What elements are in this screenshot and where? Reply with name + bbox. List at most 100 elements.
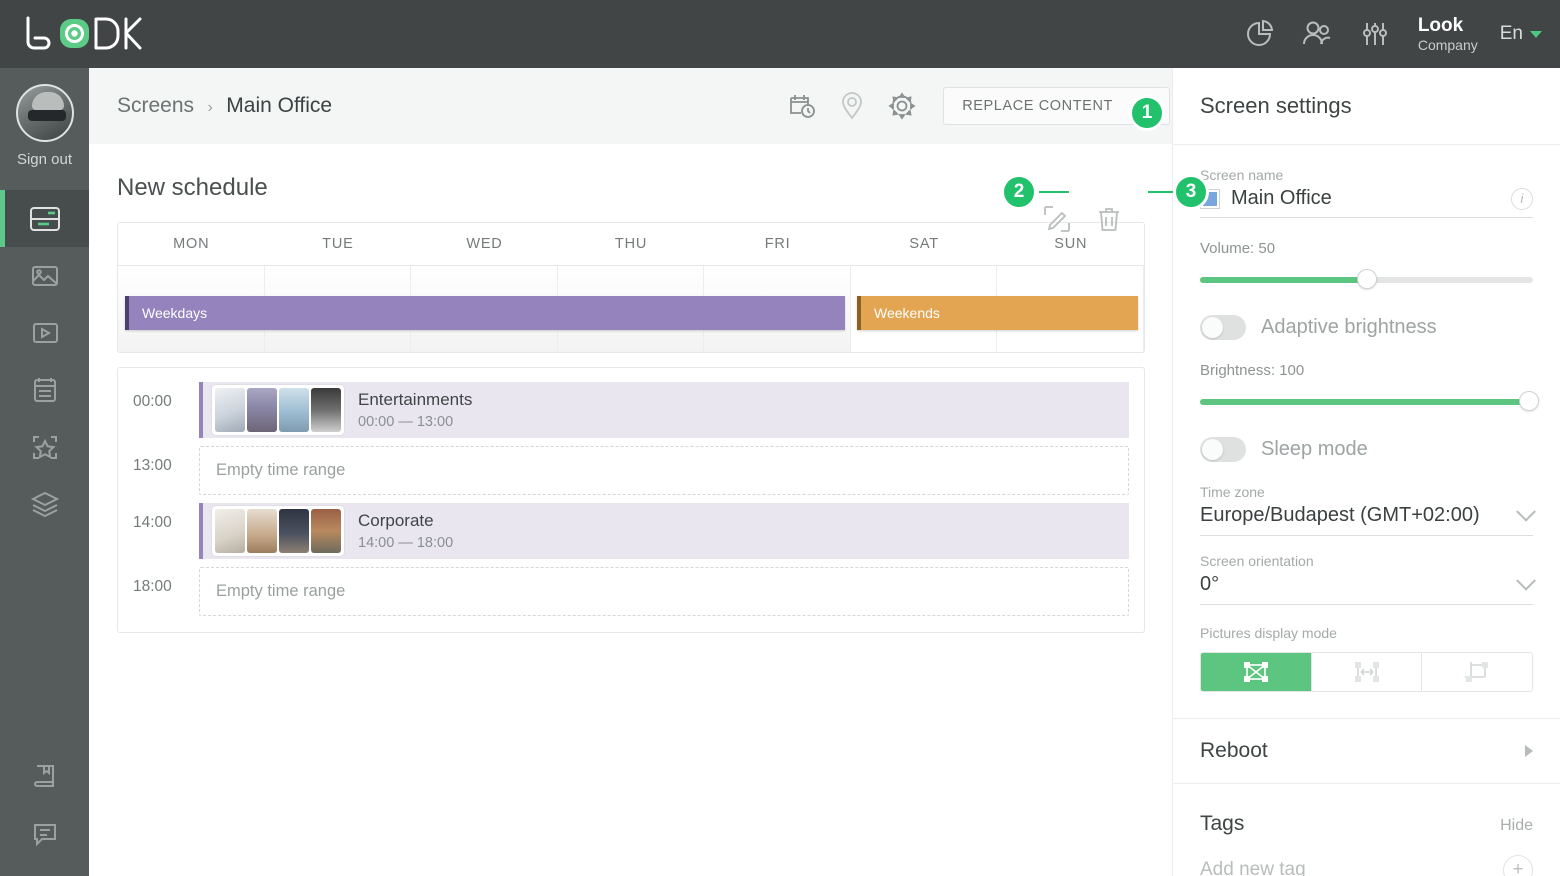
trash-icon[interactable]	[1092, 202, 1126, 236]
slider-fill	[1200, 277, 1367, 283]
slot-empty[interactable]: Empty time range	[199, 446, 1129, 495]
slot-body[interactable]: Empty time range	[199, 567, 1129, 616]
screen-name-input[interactable]: Main Office	[1231, 187, 1332, 210]
slot-text: Entertainments 00:00 — 13:00	[358, 390, 472, 430]
pictures-mode-group	[1200, 652, 1533, 692]
sidebar-item-images[interactable]	[0, 247, 89, 304]
tags-label: Tags	[1200, 812, 1244, 836]
orientation-field: Screen orientation 0°	[1200, 553, 1533, 605]
reboot-label: Reboot	[1200, 739, 1268, 763]
slot-filled[interactable]: Entertainments 00:00 — 13:00	[199, 382, 1129, 438]
location-pin-icon[interactable]	[827, 81, 877, 131]
page-header-actions: REPLACE CONTENT	[777, 81, 1172, 131]
slot-range: 14:00 — 18:00	[358, 535, 453, 551]
reboot-row[interactable]: Reboot	[1173, 718, 1560, 784]
slot-empty[interactable]: Empty time range	[199, 567, 1129, 616]
slider-fill	[1200, 399, 1533, 405]
sidebar-item-widgets[interactable]	[0, 418, 89, 475]
slider-knob[interactable]	[1357, 269, 1377, 289]
fit-scale-icon[interactable]	[1201, 653, 1312, 691]
thumbnail	[311, 509, 341, 553]
timezone-select[interactable]: Europe/Budapest (GMT+02:00)	[1200, 504, 1533, 536]
user-block[interactable]: Sign out	[0, 68, 89, 168]
chevron-down-icon	[1516, 501, 1536, 521]
week-grid: MON TUE WED THU FRI SAT SUN	[117, 222, 1145, 353]
thumbnail	[215, 509, 245, 553]
sidebar-item-playlists[interactable]	[0, 361, 89, 418]
schedule-bar-weekdays[interactable]: Weekdays	[125, 296, 845, 330]
panel-title: Screen settings	[1173, 68, 1560, 145]
slot-name: Corporate	[358, 511, 453, 531]
slider-knob[interactable]	[1519, 391, 1539, 411]
adaptive-brightness-row[interactable]: Adaptive brightness	[1200, 315, 1533, 340]
sleep-mode-toggle[interactable]	[1200, 437, 1246, 462]
day-header-mon: MON	[118, 223, 265, 265]
top-bar: Look Company En	[0, 0, 1560, 68]
thumbnail	[279, 509, 309, 553]
tags-add-row[interactable]: Add new tag +	[1200, 855, 1533, 876]
breadcrumb: Screens › Main Office	[117, 94, 332, 118]
slot-filled[interactable]: Corporate 14:00 — 18:00	[199, 503, 1129, 559]
brightness-label: Brightness: 100	[1200, 362, 1533, 379]
orientation-select[interactable]: 0°	[1200, 573, 1533, 605]
calendar-clock-icon[interactable]	[777, 81, 827, 131]
schedule-slot: 00:00 Entertainments 00:00 — 13	[133, 382, 1129, 438]
screen-name-field: Screen name Main Office i	[1200, 167, 1533, 218]
stretch-horizontal-icon[interactable]	[1312, 653, 1423, 691]
pie-chart-icon[interactable]	[1230, 0, 1288, 68]
look-logo[interactable]	[22, 14, 152, 54]
slot-body[interactable]: Empty time range	[199, 446, 1129, 495]
slot-body[interactable]: Entertainments 00:00 — 13:00	[199, 382, 1129, 438]
sidebar-item-screens[interactable]	[0, 190, 89, 247]
avatar[interactable]	[16, 84, 74, 142]
slot-time: 18:00	[133, 567, 199, 596]
volume-label: Volume: 50	[1200, 240, 1533, 257]
thumbnail	[279, 388, 309, 432]
info-icon[interactable]: i	[1511, 188, 1533, 210]
adaptive-brightness-toggle[interactable]	[1200, 315, 1246, 340]
sliders-icon[interactable]	[1346, 0, 1404, 68]
sleep-mode-row[interactable]: Sleep mode	[1200, 437, 1533, 462]
callout-badge-3: 3	[1173, 174, 1209, 210]
chevron-down-icon	[1530, 31, 1542, 38]
day-header-thu: THU	[558, 223, 705, 265]
sign-out-label[interactable]: Sign out	[0, 151, 89, 168]
page-header: Screens › Main Office	[89, 68, 1172, 144]
callout-badge-2: 2	[1001, 174, 1037, 210]
day-header-fri: FRI	[704, 223, 851, 265]
tags-hide-button[interactable]: Hide	[1500, 817, 1533, 835]
slot-text: Corporate 14:00 — 18:00	[358, 511, 453, 551]
week-body: Weekdays Weekends	[118, 266, 1144, 352]
brightness-slider[interactable]	[1200, 391, 1533, 413]
panel-body: Screen name Main Office i Volume: 50 Ada…	[1173, 145, 1560, 876]
language-selector[interactable]: En	[1500, 23, 1542, 45]
slot-time: 13:00	[133, 446, 199, 475]
sidebar-item-layers[interactable]	[0, 475, 89, 532]
sleep-mode-label: Sleep mode	[1261, 438, 1368, 461]
plus-icon[interactable]: +	[1503, 855, 1533, 876]
crop-icon[interactable]	[1422, 653, 1532, 691]
add-new-tag-input[interactable]: Add new tag	[1200, 859, 1306, 876]
edit-pencil-icon[interactable]	[1040, 202, 1074, 236]
thumbnail	[311, 388, 341, 432]
timezone-label: Time zone	[1200, 484, 1533, 500]
day-header-sat: SAT	[851, 223, 998, 265]
schedule-bars: Weekdays Weekends	[118, 296, 1144, 330]
feedback-icon[interactable]	[0, 805, 89, 862]
day-header-wed: WED	[411, 223, 558, 265]
app-root: Look Company En Sign out	[0, 0, 1560, 876]
sidebar-item-videos[interactable]	[0, 304, 89, 361]
timezone-value: Europe/Budapest (GMT+02:00)	[1200, 504, 1480, 527]
users-icon[interactable]	[1288, 0, 1346, 68]
chevron-right-icon	[1525, 745, 1533, 757]
brightness-field: Brightness: 100	[1200, 362, 1533, 413]
manual-icon[interactable]	[0, 748, 89, 805]
breadcrumb-root[interactable]: Screens	[117, 94, 194, 117]
brand-block[interactable]: Look Company	[1418, 15, 1478, 53]
volume-field: Volume: 50	[1200, 240, 1533, 291]
breadcrumb-separator: ›	[208, 99, 213, 116]
slot-body[interactable]: Corporate 14:00 — 18:00	[199, 503, 1129, 559]
volume-slider[interactable]	[1200, 269, 1533, 291]
schedule-bar-weekends[interactable]: Weekends	[857, 296, 1138, 330]
gear-icon[interactable]	[877, 81, 927, 131]
